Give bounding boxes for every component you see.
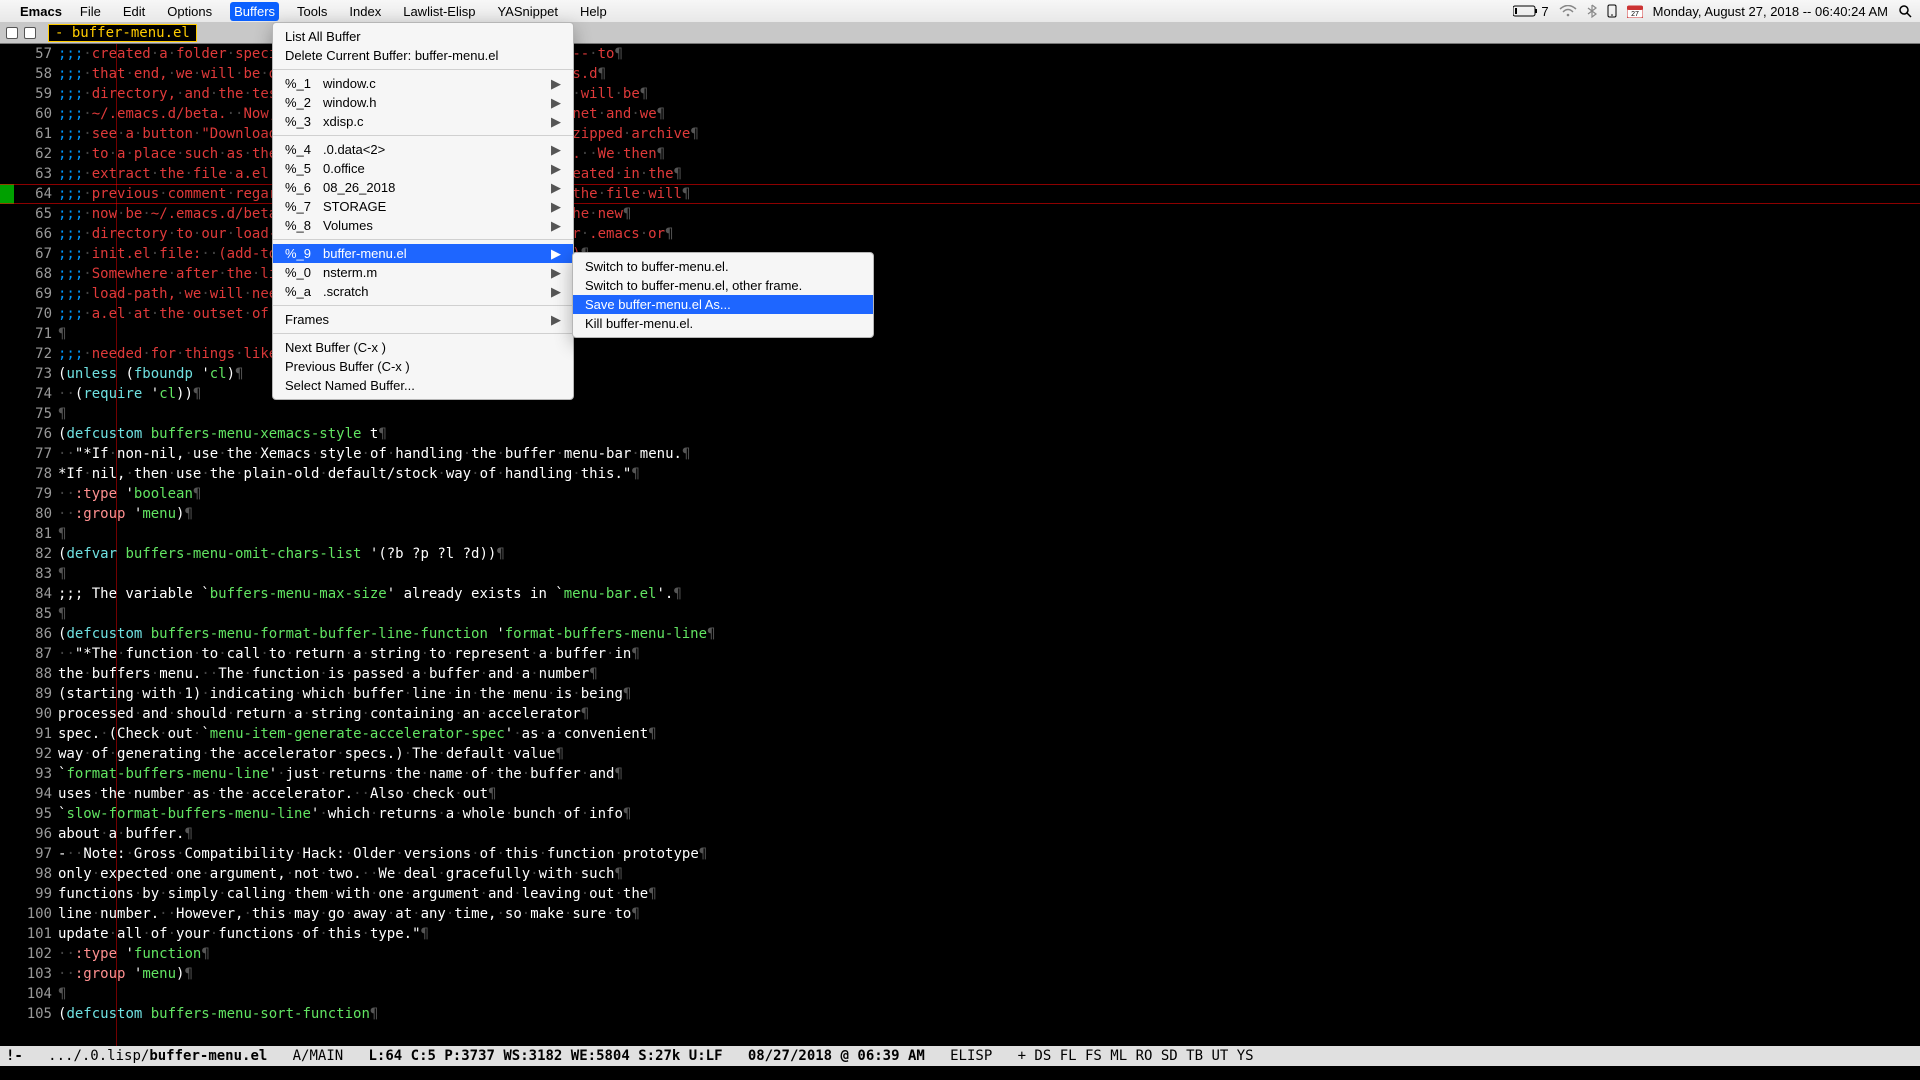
submenu-item-2[interactable]: Save buffer-menu.el As... (573, 295, 873, 314)
menu-file[interactable]: File (76, 2, 105, 21)
battery-icon: 7 (1513, 4, 1548, 19)
buffers-menu-item--0-data-2-[interactable]: %_4.0.data<2>▶ (273, 140, 573, 159)
menu-options[interactable]: Options (163, 2, 216, 21)
code-line: 103··:group 'menu)¶ (0, 964, 1920, 984)
modeline: !- .../.0.lisp/buffer-menu.el A/MAIN L:6… (0, 1046, 1920, 1066)
toolbar-button-1[interactable] (6, 27, 18, 39)
sep (273, 305, 573, 306)
sep (273, 135, 573, 136)
tab-prefix: - (55, 25, 72, 41)
code-line: 92way·of·generating·the·accelerator·spec… (0, 744, 1920, 764)
buffers-menu-frames[interactable]: Frames▶ (273, 310, 573, 329)
code-line: 86(defcustom buffers-menu-format-buffer-… (0, 624, 1920, 644)
code-line: 90processed·and·should·return·a·string·c… (0, 704, 1920, 724)
modeline-time: 08/27/2018 @ 06:39 AM (748, 1048, 925, 1064)
sep (273, 239, 573, 240)
buffers-menu-item-nsterm-m[interactable]: %_0nsterm.m▶ (273, 263, 573, 282)
mac-menubar: Emacs File Edit Options Buffers Tools In… (0, 0, 1920, 22)
buffers-menu-item-buffer-menu-el[interactable]: %_9buffer-menu.el▶ (273, 244, 573, 263)
menu-edit[interactable]: Edit (119, 2, 149, 21)
wifi-icon (1559, 5, 1577, 17)
modeline-status: !- (6, 1048, 23, 1064)
buffers-menu-top-0[interactable]: List All Buffer (273, 27, 573, 46)
modeline-path: .../.0.lisp/ (48, 1048, 149, 1064)
spotlight-icon[interactable] (1898, 4, 1912, 18)
buffers-menu-bottom-2[interactable]: Select Named Buffer... (273, 376, 573, 395)
submenu-item-1[interactable]: Switch to buffer-menu.el, other frame. (573, 276, 873, 295)
tab-filename: buffer-menu.el (72, 25, 190, 41)
buffers-menu-item-xdisp-c[interactable]: %_3xdisp.c▶ (273, 112, 573, 131)
code-line: 78*If·nil,·then·use·the·plain-old·defaul… (0, 464, 1920, 484)
buffers-menu-bottom-0[interactable]: Next Buffer (C-x ) (273, 338, 573, 357)
code-line: 101update·all·of·your·functions·of·this·… (0, 924, 1920, 944)
code-line: 97-··Note:·Gross·Compatibility·Hack:·Old… (0, 844, 1920, 864)
modeline-branch: A/MAIN (293, 1048, 344, 1064)
code-line: 100line·number.··However,·this·may·go·aw… (0, 904, 1920, 924)
code-line: 99functions·by·simply·calling·them·with·… (0, 884, 1920, 904)
clock-text: Monday, August 27, 2018 -- 06:40:24 AM (1653, 4, 1888, 19)
code-line: 75¶ (0, 404, 1920, 424)
code-line: 105(defcustom buffers-menu-sort-function… (0, 1004, 1920, 1024)
buffer-submenu: Switch to buffer-menu.el.Switch to buffe… (572, 252, 874, 338)
code-line: 84;;; The variable `buffers-menu-max-siz… (0, 584, 1920, 604)
code-line: 89(starting·with·1)·indicating·which·buf… (0, 684, 1920, 704)
code-line: 76(defcustom buffers-menu-xemacs-style t… (0, 424, 1920, 444)
menu-lawlist-elisp[interactable]: Lawlist-Elisp (399, 2, 479, 21)
app-name[interactable]: Emacs (20, 4, 62, 19)
code-line: 87··"*The·function·to·call·to·return·a·s… (0, 644, 1920, 664)
buffers-menu-item-storage[interactable]: %_7STORAGE▶ (273, 197, 573, 216)
toolbar-button-2[interactable] (24, 27, 36, 39)
sep (273, 69, 573, 70)
code-line: 80··:group 'menu)¶ (0, 504, 1920, 524)
code-line: 102··:type 'function¶ (0, 944, 1920, 964)
calendar-icon: 27 (1627, 4, 1643, 18)
code-line: 82(defvar buffers-menu-omit-chars-list '… (0, 544, 1920, 564)
battery-text: 7 (1541, 4, 1548, 19)
code-line: 79··:type 'boolean¶ (0, 484, 1920, 504)
code-line: 104¶ (0, 984, 1920, 1004)
code-line: 83¶ (0, 564, 1920, 584)
code-line: 95`slow-format-buffers-menu-line'·which·… (0, 804, 1920, 824)
modeline-flags: + DS FL FS ML RO SD TB UT YS (1018, 1048, 1254, 1064)
buffers-menu-item--scratch[interactable]: %_a.scratch▶ (273, 282, 573, 301)
buffers-menu-item-08-26-2018[interactable]: %_608_26_2018▶ (273, 178, 573, 197)
code-line: 94uses·the·number·as·the·accelerator.··A… (0, 784, 1920, 804)
code-line: 91spec.·(Check·out·`menu-item-generate-a… (0, 724, 1920, 744)
code-line: 93`format-buffers-menu-line'·just·return… (0, 764, 1920, 784)
menu-index[interactable]: Index (345, 2, 385, 21)
menu-help[interactable]: Help (576, 2, 611, 21)
menu-tools[interactable]: Tools (293, 2, 331, 21)
menu-buffers[interactable]: Buffers (230, 2, 279, 21)
modeline-mode: ELISP (950, 1048, 992, 1064)
submenu-item-3[interactable]: Kill buffer-menu.el. (573, 314, 873, 333)
code-line: 88the·buffers·menu.··The·function·is·pas… (0, 664, 1920, 684)
sep (273, 333, 573, 334)
modeline-filename: buffer-menu.el (149, 1048, 267, 1064)
modeline-pos: L:64 C:5 P:3737 WS:3182 WE:5804 S:27k U:… (369, 1048, 723, 1064)
submenu-item-0[interactable]: Switch to buffer-menu.el. (573, 257, 873, 276)
buffers-dropdown: List All BufferDelete Current Buffer: bu… (272, 22, 574, 400)
buffers-menu-item-0-office[interactable]: %_50.office▶ (273, 159, 573, 178)
code-line: 81¶ (0, 524, 1920, 544)
svg-text:27: 27 (1631, 11, 1639, 18)
code-line: 98only·expected·one·argument,·not·two.··… (0, 864, 1920, 884)
tab-current[interactable]: - buffer-menu.el (48, 24, 197, 42)
buffers-menu-bottom-1[interactable]: Previous Buffer (C-x ) (273, 357, 573, 376)
buffers-menu-top-1[interactable]: Delete Current Buffer: buffer-menu.el (273, 46, 573, 65)
code-line: 77··"*If·non-nil,·use·the·Xemacs·style·o… (0, 444, 1920, 464)
code-line: 85¶ (0, 604, 1920, 624)
buffers-menu-item-volumes[interactable]: %_8Volumes▶ (273, 216, 573, 235)
buffers-menu-item-window-c[interactable]: %_1window.c▶ (273, 74, 573, 93)
phone-icon (1607, 4, 1617, 18)
bluetooth-icon (1587, 4, 1597, 18)
minibuffer[interactable] (0, 1066, 1920, 1080)
menu-yasnippet[interactable]: YASnippet (493, 2, 561, 21)
buffers-menu-item-window-h[interactable]: %_2window.h▶ (273, 93, 573, 112)
code-line: 96about·a·buffer.¶ (0, 824, 1920, 844)
